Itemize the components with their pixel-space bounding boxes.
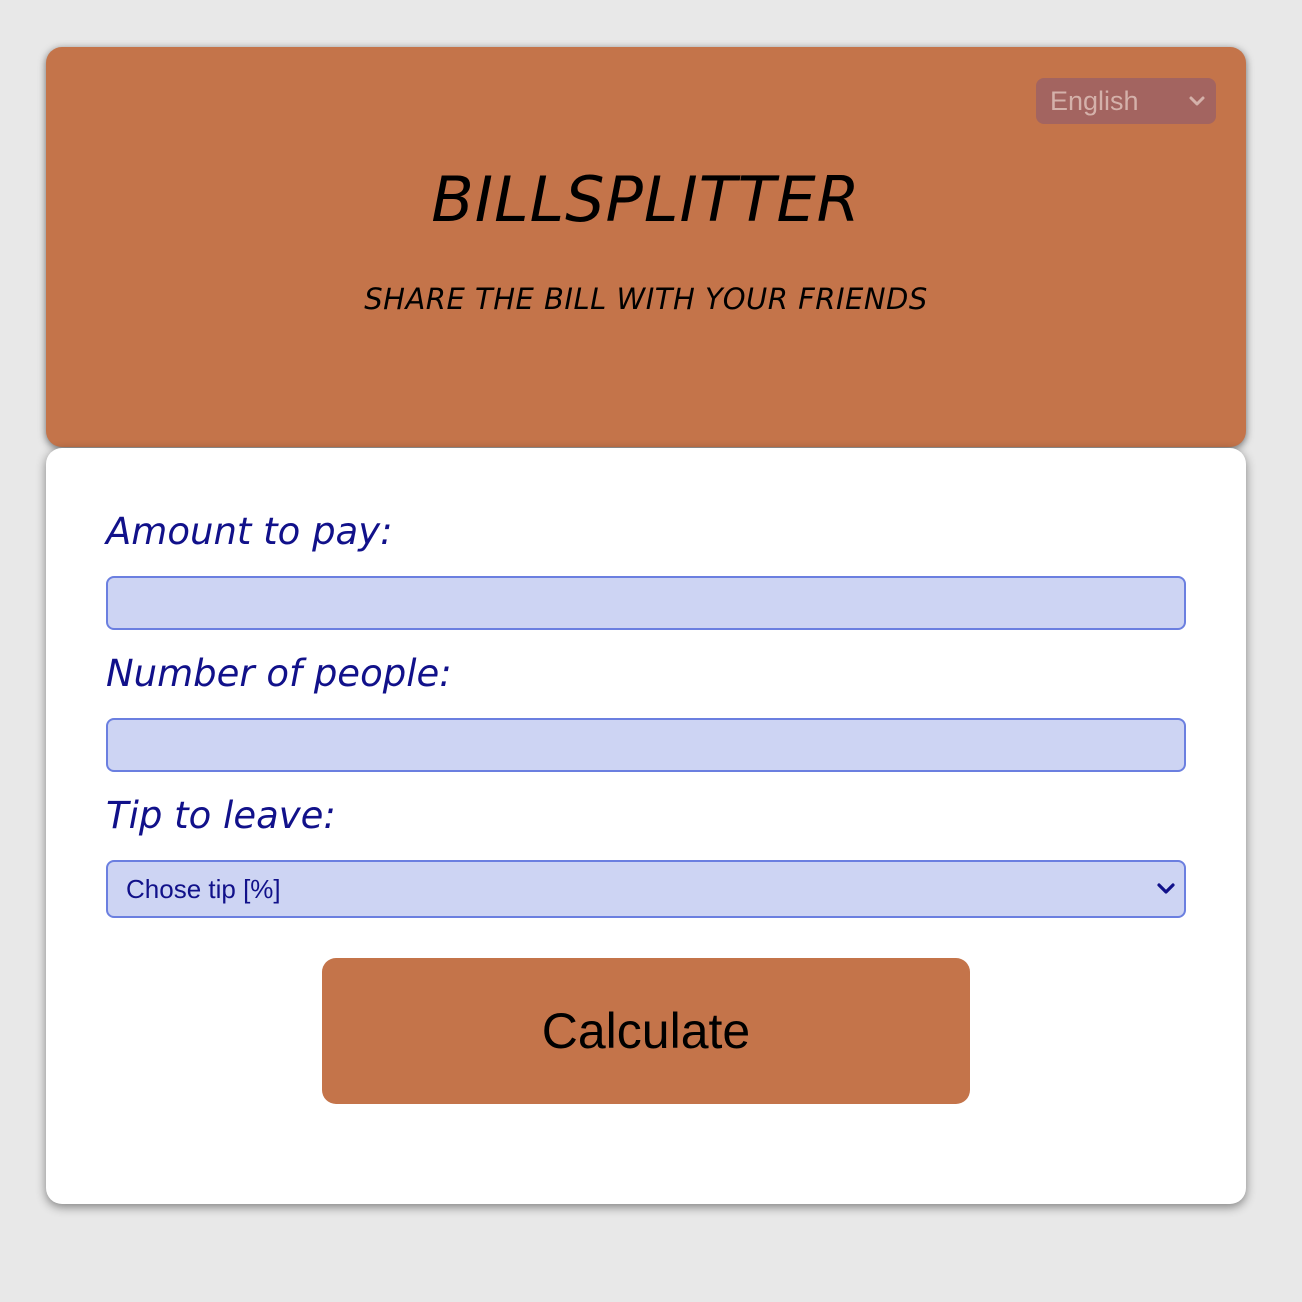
app-title: BILLSPLITTER [431,163,861,236]
people-input[interactable] [106,718,1186,772]
amount-input[interactable] [106,576,1186,630]
people-label: Number of people: [106,652,452,695]
chevron-down-icon [1186,78,1208,124]
chevron-down-icon [1152,862,1180,916]
app-header: English BILLSPLITTER SHARE THE BILL WITH… [46,47,1246,447]
language-select-value: English [1050,86,1139,116]
amount-label: Amount to pay: [106,510,393,553]
language-select[interactable]: English [1036,78,1216,124]
calculate-button[interactable]: Calculate [322,958,970,1104]
tip-select[interactable]: Chose tip [%] [106,860,1186,918]
tip-select-value: Chose tip [%] [126,874,281,904]
bill-form-card: Amount to pay: Number of people: Tip to … [46,448,1246,1204]
tip-label: Tip to leave: [106,794,336,837]
app-subtitle: SHARE THE BILL WITH YOUR FRIENDS [364,282,928,316]
